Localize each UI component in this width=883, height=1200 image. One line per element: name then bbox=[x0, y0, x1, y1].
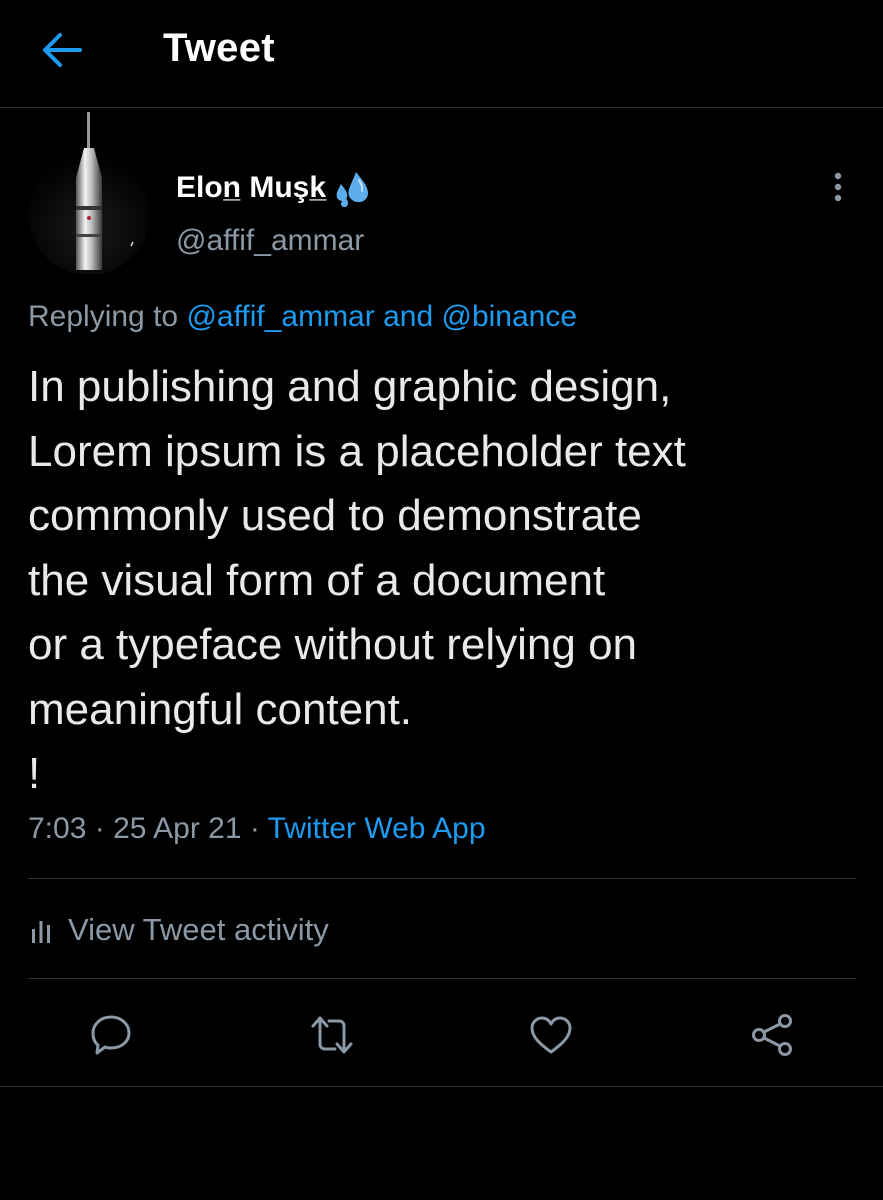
replying-to-line: Replying to @affif_ammar and @binance bbox=[28, 300, 577, 334]
tweet-time: 7:03 bbox=[28, 812, 87, 845]
bar-chart-icon bbox=[32, 921, 50, 943]
actions-bottom-border bbox=[0, 1086, 883, 1087]
retweet-icon[interactable] bbox=[309, 1012, 355, 1058]
share-icon[interactable] bbox=[749, 1012, 795, 1058]
sweat-droplets-icon bbox=[336, 172, 369, 208]
tweet-source-link[interactable]: Twitter Web App bbox=[268, 812, 486, 845]
reply-icon[interactable] bbox=[88, 1012, 134, 1058]
tweet-body: In publishing and graphic design, Lorem … bbox=[28, 362, 686, 798]
tweet-date: 25 Apr 21 bbox=[113, 812, 242, 845]
divider bbox=[28, 978, 856, 979]
tweet-meta: 7:03 · 25 Apr 21 · Twitter Web App bbox=[28, 812, 486, 846]
author-handle[interactable]: @affif_ammar bbox=[176, 224, 364, 258]
mention-conjunction: and bbox=[383, 300, 434, 333]
avatar[interactable] bbox=[28, 108, 150, 274]
replying-prefix: Replying to bbox=[28, 300, 179, 333]
meta-separator: · bbox=[249, 812, 260, 845]
like-heart-icon[interactable] bbox=[528, 1012, 574, 1058]
top-bar: Tweet bbox=[0, 0, 883, 108]
mention-binance[interactable]: @binance bbox=[441, 300, 577, 333]
divider bbox=[28, 878, 856, 879]
view-tweet-activity-button[interactable]: View Tweet activity bbox=[28, 912, 329, 948]
more-options-icon[interactable] bbox=[824, 168, 852, 208]
meta-separator: · bbox=[94, 812, 105, 845]
back-arrow-icon[interactable] bbox=[40, 30, 84, 70]
author-name[interactable]: Elon̲ Muşk̲ bbox=[176, 168, 372, 208]
mention-affif-ammar[interactable]: @affif_ammar bbox=[186, 300, 374, 333]
author-name-text: Elon̲ Muşk̲ bbox=[176, 171, 327, 204]
view-tweet-activity-label: View Tweet activity bbox=[68, 912, 329, 947]
page-title: Tweet bbox=[163, 26, 275, 70]
